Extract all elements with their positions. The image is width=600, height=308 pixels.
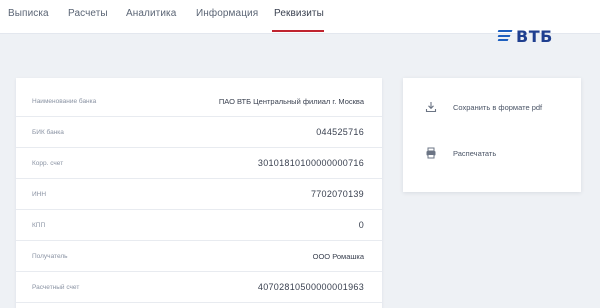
requisites-row: КПП 0 bbox=[16, 210, 382, 241]
vtb-logo-mark-icon bbox=[497, 30, 513, 42]
kpp-label: КПП bbox=[32, 222, 46, 229]
corr-account-label: Корр. счет bbox=[32, 160, 64, 167]
bik-label: БИК банка bbox=[32, 129, 64, 136]
tab-statement[interactable]: Выписка bbox=[8, 8, 49, 19]
requisites-row: Расчетный счет 40702810500000001963 bbox=[16, 272, 382, 303]
requisites-row: ИНН 7702070139 bbox=[16, 179, 382, 210]
recipient-label: Получатель bbox=[32, 253, 68, 260]
tab-information[interactable]: Информация bbox=[196, 8, 258, 19]
inn-label: ИНН bbox=[32, 191, 47, 198]
requisites-card: Наименование банка ПАО ВТБ Центральный ф… bbox=[16, 78, 382, 308]
corr-account-value: 30101810100000000716 bbox=[257, 158, 364, 168]
account-value: 40702810500000001963 bbox=[257, 282, 364, 292]
bank-name-label: Наименование банка bbox=[32, 98, 97, 105]
tab-analytics[interactable]: Аналитика bbox=[126, 8, 176, 19]
printer-icon bbox=[426, 147, 436, 159]
recipient-value: ООО Ромашка bbox=[312, 252, 364, 261]
requisites-row: Корр. счет 30101810100000000716 bbox=[16, 148, 382, 179]
vtb-logo-text: ВТБ bbox=[516, 26, 553, 46]
bik-value: 044525716 bbox=[316, 127, 364, 137]
requisites-row: Наименование банка ПАО ВТБ Центральный ф… bbox=[16, 86, 382, 117]
save-pdf-button[interactable]: Сохранить в формате pdf bbox=[403, 90, 581, 124]
requisites-row: Получатель ООО Ромашка bbox=[16, 241, 382, 272]
download-icon bbox=[425, 102, 437, 113]
inn-value: 7702070139 bbox=[310, 189, 364, 199]
print-label: Распечатать bbox=[453, 148, 497, 158]
print-button[interactable]: Распечатать bbox=[403, 136, 581, 170]
account-label: Расчетный счет bbox=[32, 284, 80, 291]
kpp-value: 0 bbox=[358, 220, 364, 230]
active-tab-indicator bbox=[272, 30, 324, 32]
actions-panel: Сохранить в формате pdf Распечатать bbox=[403, 78, 581, 192]
save-pdf-label: Сохранить в формате pdf bbox=[453, 102, 543, 112]
bank-name-value: ПАО ВТБ Центральный филиал г. Москва bbox=[218, 97, 364, 106]
tab-requisites[interactable]: Реквизиты bbox=[274, 8, 324, 19]
tab-settlements[interactable]: Расчеты bbox=[68, 8, 108, 19]
requisites-row: БИК банка 044525716 bbox=[16, 117, 382, 148]
vtb-logo: ВТБ bbox=[497, 26, 553, 46]
